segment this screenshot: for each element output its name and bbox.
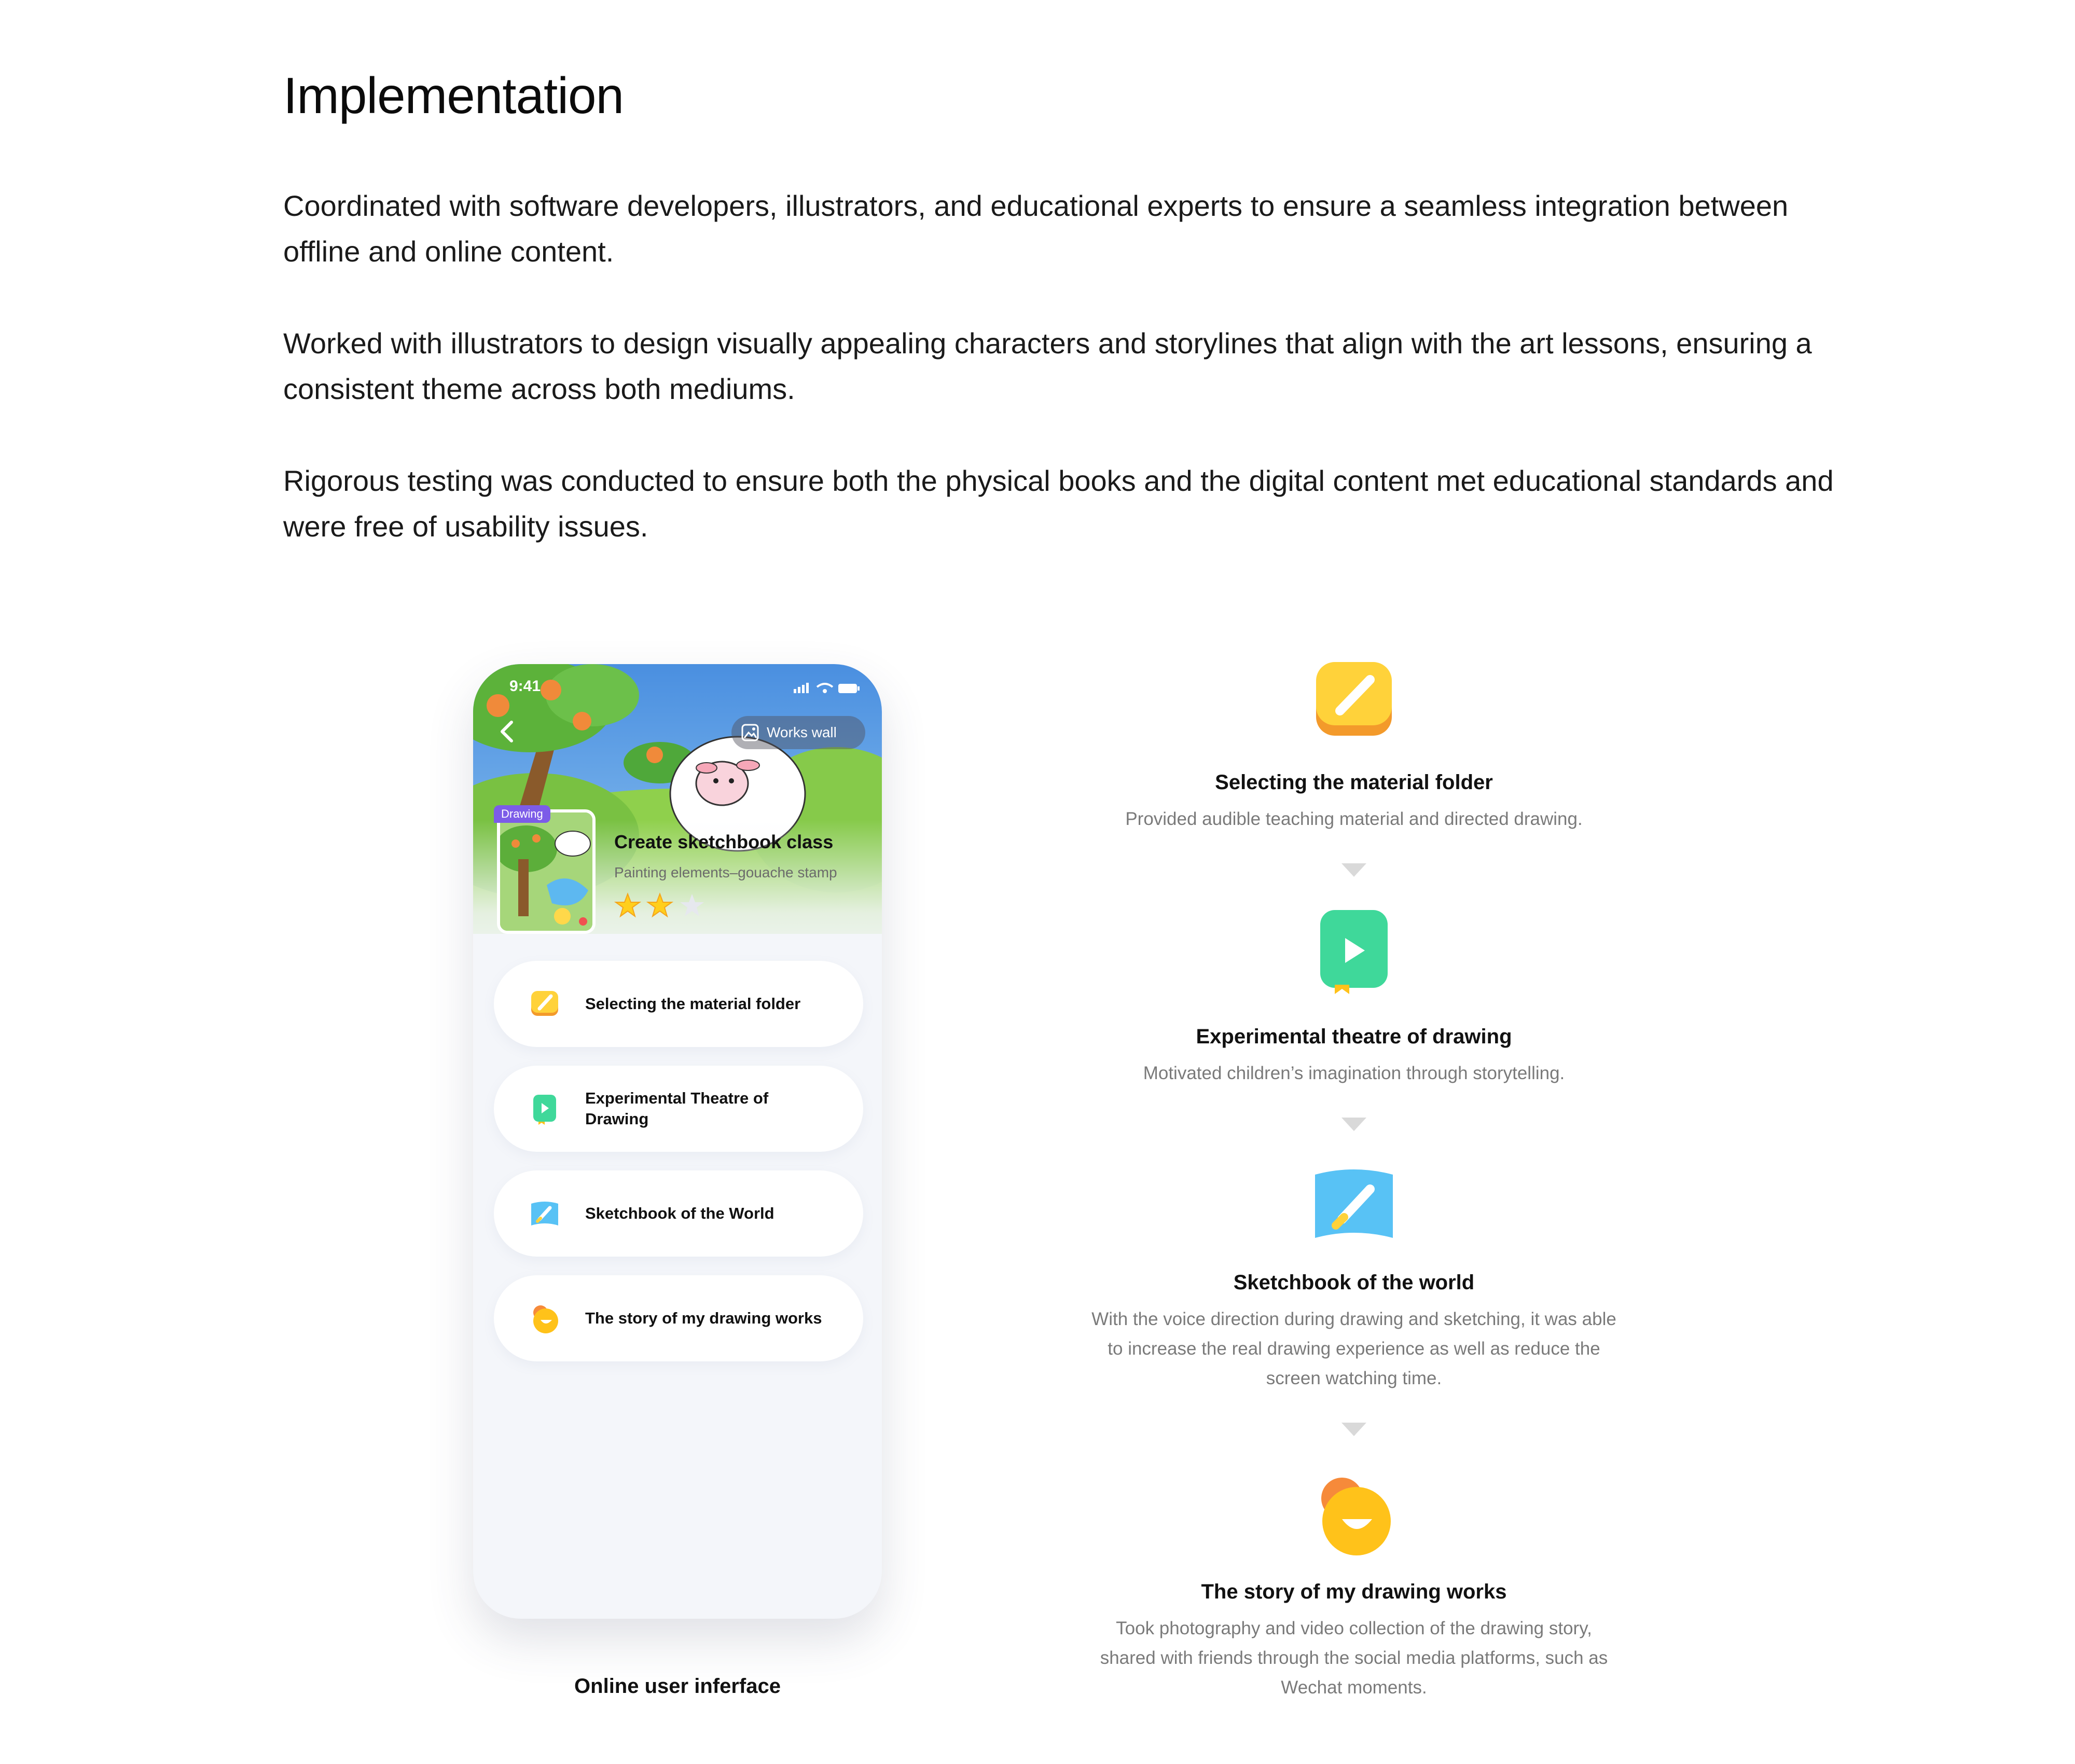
flow-heading-2: Experimental theatre of drawing	[1196, 1025, 1512, 1048]
menu-item-material-folder[interactable]: Selecting the material folder	[494, 961, 863, 1047]
menu-item-story[interactable]: The story of my drawing works	[494, 1275, 863, 1361]
class-title: Create sketchbook class	[614, 831, 834, 852]
status-time: 9:41	[509, 678, 541, 695]
flow-heading-4: The story of my drawing works	[1201, 1580, 1507, 1603]
smile-story-icon	[533, 1305, 558, 1333]
flow-heading-3: Sketchbook of the world	[1233, 1271, 1475, 1294]
flow-desc-4: Took photography and video collection of…	[1100, 1618, 1608, 1698]
star-filled-icon	[646, 892, 673, 918]
sketchbook-icon	[531, 1202, 558, 1225]
paragraph-2: Worked with illustrators to design visua…	[283, 327, 1812, 405]
smile-story-icon	[1321, 1478, 1391, 1555]
down-arrow-icon	[1341, 1423, 1366, 1436]
menu-item-label: Experimental Theatre of Drawing	[585, 1089, 769, 1128]
menu-item-label: The story of my drawing works	[585, 1309, 822, 1327]
menu-item-label: Sketchbook of the World	[585, 1204, 774, 1222]
paragraph-3: Rigorous testing was conducted to ensure…	[283, 464, 1834, 543]
brush-folder-icon	[1316, 662, 1392, 736]
flow-desc-2: Motivated children’s imagination through…	[1143, 1063, 1565, 1083]
phone-caption: Online user inferface	[574, 1675, 781, 1698]
works-wall-label: Works wall	[767, 724, 837, 740]
play-theatre-icon	[533, 1095, 556, 1125]
paragraph-1: Coordinated with software developers, il…	[283, 189, 1789, 268]
section-title: Implementation	[283, 67, 624, 124]
flow-desc-1: Provided audible teaching material and d…	[1125, 809, 1583, 829]
works-wall-button[interactable]: Works wall	[731, 716, 865, 749]
menu-item-label: Selecting the material folder	[585, 995, 801, 1013]
down-arrow-icon	[1341, 1118, 1366, 1131]
menu-item-sketchbook[interactable]: Sketchbook of the World	[494, 1170, 863, 1257]
brush-folder-icon	[531, 991, 558, 1016]
rating-stars	[614, 892, 706, 921]
thumbnail-illustration	[500, 812, 592, 931]
star-empty-icon	[680, 894, 704, 916]
sketchbook-icon	[1315, 1169, 1393, 1238]
category-tag: Drawing	[494, 805, 550, 823]
flow-heading-1: Selecting the material folder	[1215, 771, 1493, 794]
play-theatre-icon	[1320, 910, 1388, 994]
star-filled-icon	[614, 892, 641, 918]
flow-desc-3: With the voice direction during drawing …	[1091, 1309, 1616, 1388]
phone-mockup: 9:41 Works wall Drawing Create sketchboo…	[473, 664, 882, 1619]
menu-item-theatre[interactable]: Experimental Theatre of Drawing	[494, 1066, 863, 1152]
class-thumbnail[interactable]	[497, 809, 596, 934]
back-chevron-icon[interactable]	[492, 716, 523, 747]
down-arrow-icon	[1341, 863, 1366, 877]
status-icons	[794, 683, 860, 693]
class-subtitle: Painting elements–gouache stamp	[614, 864, 837, 880]
picture-frame-icon	[741, 724, 759, 741]
